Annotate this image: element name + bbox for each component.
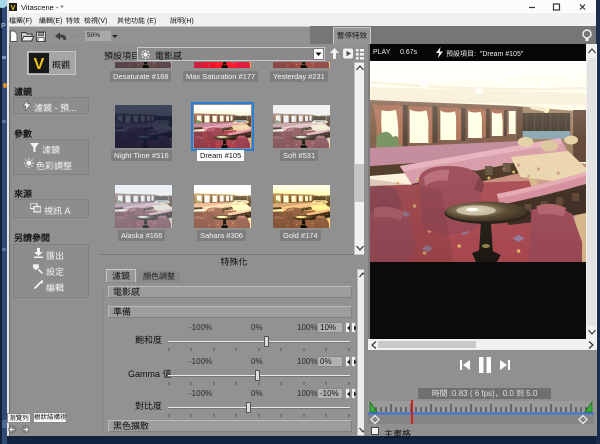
svg-text:V: V xyxy=(34,56,45,73)
svg-text:V: V xyxy=(11,5,16,11)
